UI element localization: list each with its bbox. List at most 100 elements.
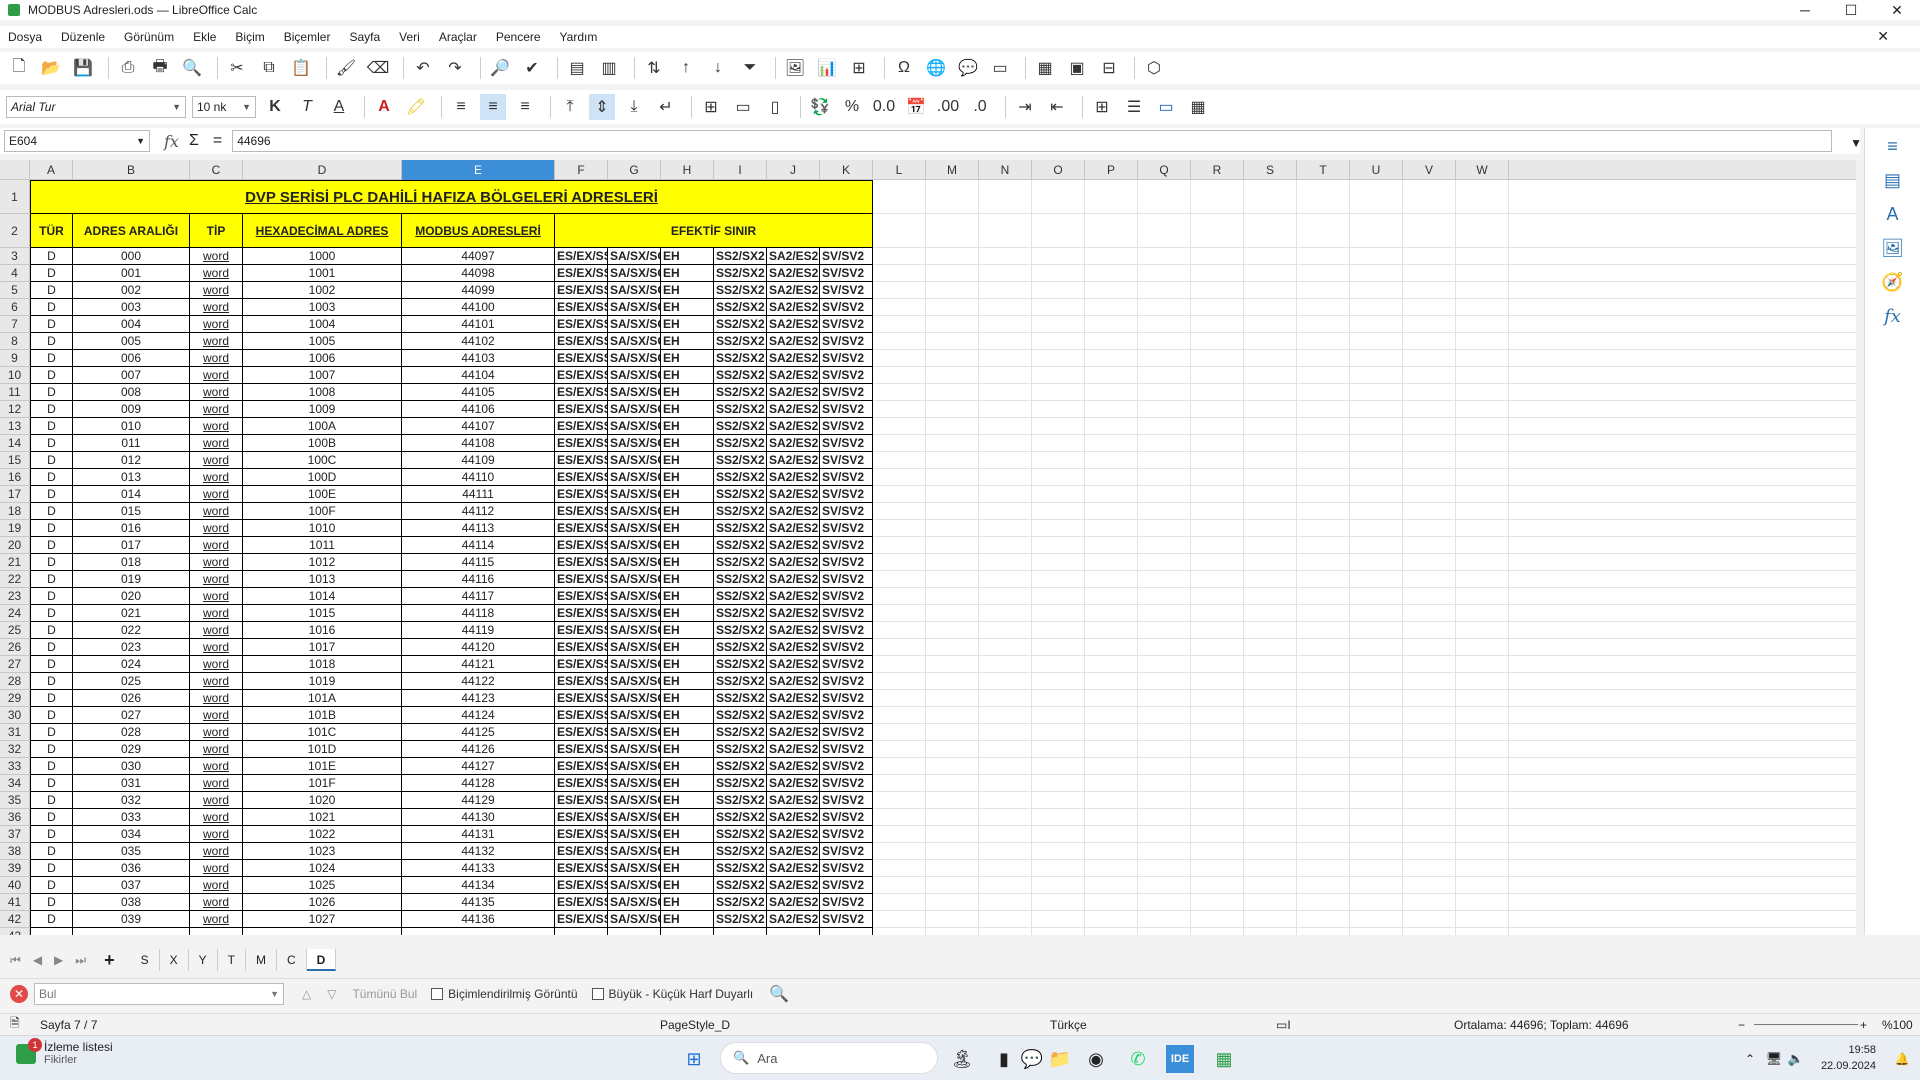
table-cell[interactable]: SS2/SX2 (714, 860, 767, 877)
table-cell[interactable]: SS2/SX2 (714, 299, 767, 316)
table-cell[interactable]: 44135 (402, 894, 555, 911)
table-cell[interactable]: word (190, 911, 243, 928)
task-view-icon[interactable]: ▮ (990, 1045, 1018, 1073)
table-cell[interactable]: ES/EX/SS (555, 554, 608, 571)
table-cell[interactable]: D (30, 418, 73, 435)
table-cell[interactable]: word (190, 639, 243, 656)
sidebar-menu-icon[interactable]: ≡ (1881, 136, 1905, 160)
table-cell[interactable]: 44131 (402, 826, 555, 843)
row-header[interactable]: 12 (0, 401, 30, 418)
row-header[interactable]: 31 (0, 724, 30, 741)
table-cell[interactable]: ES/EX/SS (555, 894, 608, 911)
table-cell[interactable]: SA2/ES2 (767, 469, 820, 486)
table-cell[interactable]: 034 (73, 826, 190, 843)
table-cell[interactable]: 032 (73, 792, 190, 809)
column-header-g[interactable]: G (608, 160, 661, 180)
highlight-color-icon[interactable]: 🖍 (403, 94, 429, 120)
table-cell[interactable]: SA/SX/SC (608, 826, 661, 843)
align-top-icon[interactable]: ⤒ (557, 94, 583, 120)
table-cell[interactable]: ES/EX/SS (555, 707, 608, 724)
table-cell[interactable]: 44106 (402, 401, 555, 418)
tab-d[interactable]: D (306, 949, 337, 971)
close-document-icon[interactable]: ✕ (1877, 28, 1889, 45)
table-cell[interactable]: SS2/SX2 (714, 554, 767, 571)
table-cell[interactable]: EH (661, 860, 714, 877)
table-cell[interactable]: word (190, 588, 243, 605)
table-cell[interactable]: 1006 (243, 350, 402, 367)
define-print-area-icon[interactable]: ▦ (1032, 55, 1058, 81)
table-cell[interactable]: 44123 (402, 690, 555, 707)
table-cell[interactable]: D (30, 401, 73, 418)
table-cell[interactable]: SA/SX/SC (608, 469, 661, 486)
table-cell[interactable]: SS2/SX2 (714, 486, 767, 503)
table-cell[interactable]: word (190, 503, 243, 520)
table-cell[interactable]: EH (661, 877, 714, 894)
table-cell[interactable]: ES/EX/SS (555, 401, 608, 418)
watchlist-widget[interactable]: 1 İzleme listesi Fikirler (16, 1038, 113, 1066)
table-cell[interactable]: SA2/ES2 (767, 265, 820, 282)
table-cell[interactable]: D (30, 316, 73, 333)
column-header-b[interactable]: B (73, 160, 190, 180)
table-cell[interactable]: D (30, 894, 73, 911)
table-cell[interactable]: 100A (243, 418, 402, 435)
table-cell[interactable]: EH (661, 605, 714, 622)
row-header[interactable]: 5 (0, 282, 30, 299)
cut-icon[interactable]: ✂ (224, 55, 250, 81)
table-cell[interactable]: SS2/SX2 (714, 316, 767, 333)
table-cell[interactable] (190, 928, 243, 935)
table-cell[interactable]: SV/SV2 (820, 622, 873, 639)
table-cell[interactable]: D (30, 843, 73, 860)
table-cell[interactable]: 015 (73, 503, 190, 520)
next-sheet-icon[interactable]: ▶ (54, 953, 63, 967)
table-cell[interactable]: 44124 (402, 707, 555, 724)
align-center-icon[interactable]: ≡ (480, 94, 506, 120)
table-cell[interactable]: 023 (73, 639, 190, 656)
find-replace-icon[interactable]: 🔍 (769, 984, 789, 1004)
table-cell[interactable]: SA/SX/SC (608, 894, 661, 911)
table-cell[interactable]: EH (661, 775, 714, 792)
print-preview-icon[interactable]: 🔍 (179, 55, 205, 81)
table-cell[interactable]: SV/SV2 (820, 673, 873, 690)
table-cell[interactable]: SS2/SX2 (714, 503, 767, 520)
table-cell[interactable]: 101F (243, 775, 402, 792)
minimize-icon[interactable]: ─ (1782, 0, 1828, 20)
column-header-f[interactable]: F (555, 160, 608, 180)
table-cell[interactable]: word (190, 860, 243, 877)
table-cell[interactable]: SS2/SX2 (714, 792, 767, 809)
table-cell[interactable]: 007 (73, 367, 190, 384)
row-header[interactable]: 41 (0, 894, 30, 911)
navigator-icon[interactable]: 🧭 (1881, 272, 1905, 296)
table-cell[interactable]: SA2/ES2 (767, 452, 820, 469)
table-cell[interactable]: ES/EX/SS (555, 860, 608, 877)
table-cell[interactable]: SS2/SX2 (714, 588, 767, 605)
column-header-e[interactable]: E (402, 160, 555, 180)
table-cell[interactable]: ES/EX/SS (555, 503, 608, 520)
row-header[interactable]: 33 (0, 758, 30, 775)
table-cell[interactable]: SA2/ES2 (767, 911, 820, 928)
table-cell[interactable]: SA2/ES2 (767, 673, 820, 690)
table-cell[interactable]: EH (661, 792, 714, 809)
table-cell[interactable]: word (190, 809, 243, 826)
table-cell[interactable]: SA2/ES2 (767, 248, 820, 265)
column-header-s[interactable]: S (1244, 160, 1297, 180)
table-cell[interactable]: 1001 (243, 265, 402, 282)
table-cell[interactable]: SA/SX/SC (608, 877, 661, 894)
table-cell[interactable]: word (190, 299, 243, 316)
table-cell[interactable]: 44125 (402, 724, 555, 741)
table-cell[interactable]: ES/EX/SS (555, 843, 608, 860)
table-cell[interactable]: EH (661, 469, 714, 486)
table-cell[interactable] (820, 928, 873, 935)
column-header-q[interactable]: Q (1138, 160, 1191, 180)
table-cell[interactable]: 038 (73, 894, 190, 911)
table-cell[interactable]: SS2/SX2 (714, 520, 767, 537)
table-cell[interactable]: 030 (73, 758, 190, 775)
table-cell[interactable]: SA2/ES2 (767, 792, 820, 809)
table-cell[interactable]: 1003 (243, 299, 402, 316)
column-header-w[interactable]: W (1456, 160, 1509, 180)
table-cell[interactable]: word (190, 248, 243, 265)
table-cell[interactable]: SA/SX/SC (608, 384, 661, 401)
zoom-in-icon[interactable]: + (1860, 1018, 1867, 1032)
menu-pencere[interactable]: Pencere (496, 30, 541, 44)
table-cell[interactable]: 1026 (243, 894, 402, 911)
table-cell[interactable]: word (190, 350, 243, 367)
